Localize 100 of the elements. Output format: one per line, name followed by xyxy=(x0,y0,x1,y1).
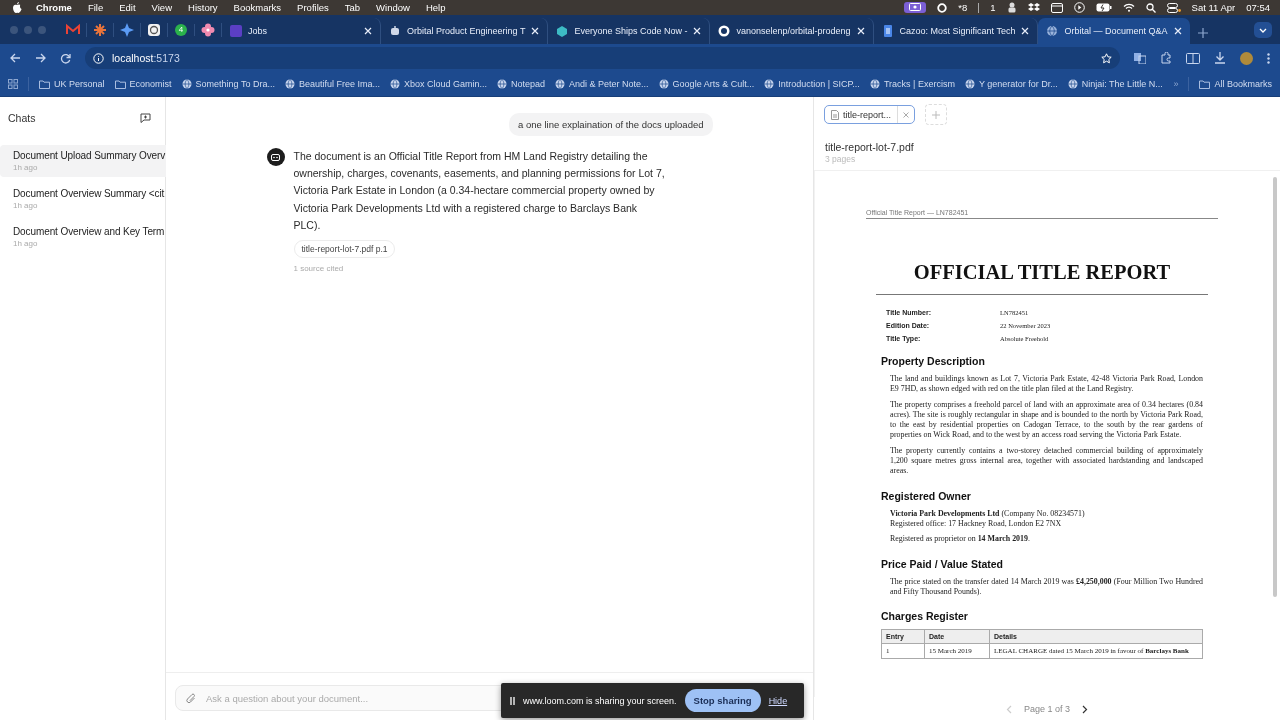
user-message: a one line explaination of the docs uploaded xyxy=(509,113,713,136)
chevron-right-icon xyxy=(1082,704,1088,714)
chevron-icon xyxy=(1259,27,1267,33)
mail-icon[interactable] xyxy=(66,22,80,37)
plus-icon xyxy=(932,110,940,119)
file-icon xyxy=(831,109,839,120)
menu-item[interactable]: Edit xyxy=(119,2,136,13)
bookmark[interactable]: Beautiful Free Ima... xyxy=(284,79,380,89)
apps-grid-icon[interactable] xyxy=(8,79,18,89)
star-icon[interactable] xyxy=(1101,52,1112,64)
document-tab[interactable]: title-report... xyxy=(824,105,915,124)
status-count[interactable]: *8 xyxy=(958,2,968,13)
chat-item[interactable]: Document Overview and Key Term 1h ago xyxy=(0,221,166,253)
folder-icon xyxy=(114,79,126,89)
folder-icon xyxy=(1199,79,1211,89)
bookmark[interactable]: Xbox Cloud Gamin... xyxy=(390,79,488,89)
sharing-notice: www.loom.com is sharing your screen. xyxy=(523,695,677,706)
plus-icon[interactable] xyxy=(1197,28,1208,38)
chevron-left-icon xyxy=(1005,704,1012,714)
new-chat-icon[interactable] xyxy=(140,113,151,123)
globe-icon xyxy=(764,79,775,89)
calendar-icon[interactable] xyxy=(1050,2,1063,13)
apple-icon[interactable] xyxy=(12,2,22,13)
bookmark[interactable]: Andi & Peter Note... xyxy=(555,79,649,89)
file-name: title-report-lot-7.pdf xyxy=(825,141,915,153)
status-count[interactable]: 1 xyxy=(990,2,996,13)
globe-icon xyxy=(964,79,975,89)
screen-share-icon[interactable] xyxy=(904,2,927,13)
folder-icon xyxy=(39,79,50,89)
robot-icon xyxy=(389,25,401,37)
globe-icon xyxy=(555,79,566,89)
menu-item[interactable]: Tab xyxy=(344,2,361,13)
square-logo-icon xyxy=(230,25,242,37)
next-page-button[interactable] xyxy=(1082,704,1088,714)
flower-icon[interactable] xyxy=(201,22,215,37)
page-indicator: Page 1 of 3 xyxy=(1023,704,1070,714)
more-icon[interactable] xyxy=(1267,52,1270,64)
bookmark[interactable]: Google Arts & Cult... xyxy=(658,79,755,89)
reader-icon[interactable] xyxy=(1186,52,1200,64)
scrollbar-thumb[interactable] xyxy=(1273,177,1277,597)
circle-icon[interactable] xyxy=(937,2,948,13)
section-heading: Charges Register xyxy=(881,610,969,623)
menu-bar-date[interactable]: Sat 11 Apr xyxy=(1191,2,1236,13)
menu-item[interactable]: Window xyxy=(376,2,410,13)
globe-icon xyxy=(869,79,880,89)
translate-icon[interactable] xyxy=(1134,52,1146,64)
section-heading: Property Description xyxy=(881,355,986,367)
play-icon[interactable] xyxy=(1073,2,1085,13)
document-icon xyxy=(881,25,894,37)
bookmark[interactable]: Notepad xyxy=(497,79,546,89)
paperclip-icon[interactable] xyxy=(186,693,196,704)
globe-icon xyxy=(497,79,508,89)
menu-item[interactable]: History xyxy=(188,2,218,13)
forward-icon[interactable] xyxy=(35,53,46,63)
hide-link[interactable]: Hide xyxy=(768,695,788,706)
bookmark[interactable]: Economist xyxy=(114,79,172,89)
menu-item[interactable]: File xyxy=(87,2,104,13)
sources-note: 1 source cited xyxy=(293,264,345,273)
asterisk-icon[interactable] xyxy=(93,22,107,37)
stop-sharing-button[interactable]: Stop sharing xyxy=(684,689,761,712)
control-center-icon[interactable] xyxy=(1166,2,1181,13)
bookmark[interactable]: Introduction | SICP... xyxy=(764,79,860,89)
globe-icon xyxy=(1067,79,1078,89)
download-icon[interactable] xyxy=(1214,52,1226,64)
back-icon[interactable] xyxy=(10,53,21,63)
robot-icon xyxy=(271,153,280,161)
all-bookmarks-button[interactable]: All Bookmarks xyxy=(1199,79,1272,89)
bookmark[interactable]: Something To Dra... xyxy=(181,79,275,89)
bookmark[interactable]: Y generator for Dr... xyxy=(964,79,1058,89)
sparkle-icon[interactable] xyxy=(120,22,134,37)
tab-search-button[interactable] xyxy=(1254,22,1272,38)
search-icon[interactable] xyxy=(1145,2,1156,13)
menu-bar-clock[interactable]: 07:54 xyxy=(1246,2,1270,13)
menu-item[interactable]: Bookmarks xyxy=(233,2,282,13)
chat-item[interactable]: Document Upload Summary Overv 1h ago xyxy=(0,145,166,177)
info-icon[interactable] xyxy=(93,52,104,64)
wifi-icon[interactable] xyxy=(1122,3,1135,12)
menu-item[interactable]: Profiles xyxy=(297,2,329,13)
extension-icon[interactable] xyxy=(1160,52,1172,64)
chat-item[interactable]: Document Overview Summary <cit 1h ago xyxy=(0,183,166,215)
globe-icon xyxy=(658,79,669,89)
reload-icon[interactable] xyxy=(60,52,71,64)
menu-item[interactable]: Help xyxy=(425,2,446,13)
browser-tab[interactable]: Orbital — Document Q&A xyxy=(1038,18,1190,44)
assistant-message: The document is an Official Title Report from HM Land Registry detailing the ownership, charges, covenants, easements, and planning permissions for Lot 7, Victoria Park Estate in London (a 0.34-hectare commercial property owned by Victoria Park Developments Ltd with a registered charge to Barclays Bank PLC). xyxy=(293,149,666,233)
section-heading: Price Paid / Value Stated xyxy=(881,557,1004,570)
globe-icon xyxy=(181,79,192,89)
section-heading: Registered Owner xyxy=(881,489,972,502)
menu-item[interactable]: View xyxy=(151,2,172,13)
menu-item[interactable]: Chrome xyxy=(36,2,72,13)
ring-icon[interactable] xyxy=(147,22,161,37)
bookmark[interactable]: Tracks | Exercism xyxy=(869,79,955,89)
battery-icon[interactable] xyxy=(1095,3,1112,12)
bookmark[interactable]: UK Personal xyxy=(39,79,105,89)
bookmark[interactable]: Ninjai: The Little N... xyxy=(1067,79,1163,89)
figure-icon[interactable] xyxy=(1006,2,1017,13)
globe-icon xyxy=(284,79,295,89)
address-bar[interactable]: localhost:5173 xyxy=(85,47,1120,69)
profile-avatar[interactable] xyxy=(1240,51,1253,65)
bookmarks-overflow[interactable]: » xyxy=(1173,79,1179,89)
